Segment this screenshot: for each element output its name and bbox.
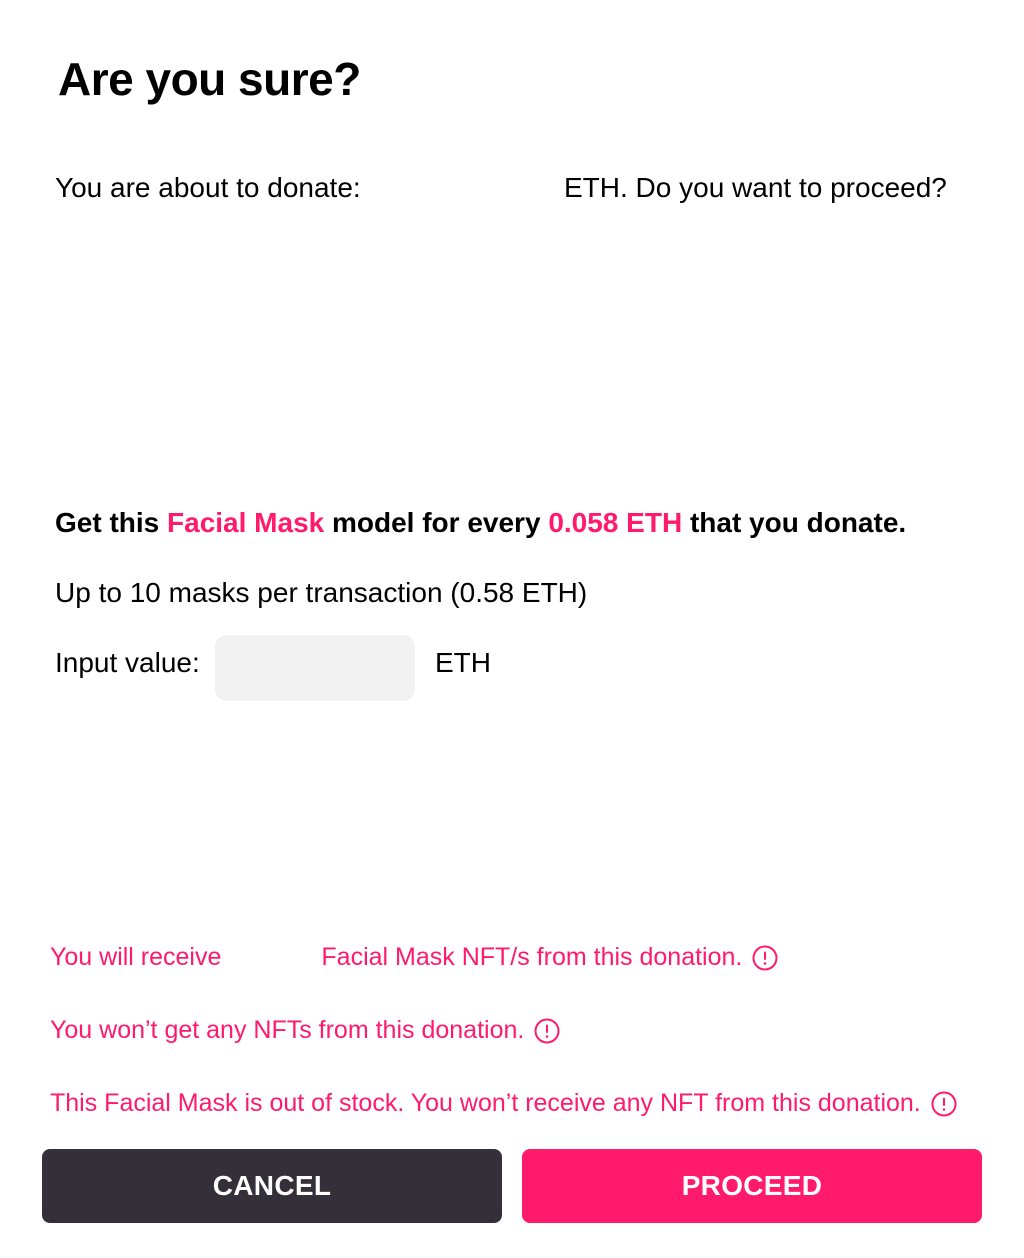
offer-product-name: Facial Mask bbox=[167, 507, 325, 538]
confirm-suffix: ETH. Do you want to proceed? bbox=[564, 172, 947, 203]
exclamation-circle-icon[interactable] bbox=[752, 945, 778, 971]
exclamation-circle-icon[interactable] bbox=[534, 1018, 560, 1044]
out-of-stock-notice: This Facial Mask is out of stock. You wo… bbox=[50, 1089, 957, 1118]
donation-confirm-dialog: Are you sure? You are about to donate: E… bbox=[0, 0, 1024, 1258]
exclamation-circle-icon[interactable] bbox=[931, 1091, 957, 1117]
out-of-stock-text: This Facial Mask is out of stock. You wo… bbox=[50, 1089, 921, 1117]
no-nft-notice: You won’t get any NFTs from this donatio… bbox=[50, 1016, 560, 1045]
cancel-button[interactable]: CANCEL bbox=[42, 1149, 502, 1223]
input-value-label: Input value: bbox=[55, 647, 200, 678]
offer-text: Get this Facial Mask model for every 0.0… bbox=[55, 507, 906, 539]
receive-prefix: You will receive bbox=[50, 943, 222, 971]
offer-part1: Get this bbox=[55, 507, 168, 538]
dialog-title: Are you sure? bbox=[58, 53, 361, 105]
proceed-button[interactable]: PROCEED bbox=[522, 1149, 982, 1223]
input-unit-label: ETH bbox=[435, 647, 491, 678]
offer-part2: model for every bbox=[324, 507, 549, 538]
receive-suffix: Facial Mask NFT/s from this donation. bbox=[321, 943, 743, 971]
limit-text: Up to 10 masks per transaction (0.58 ETH… bbox=[55, 577, 588, 608]
no-nft-text: You won’t get any NFTs from this donatio… bbox=[50, 1016, 525, 1044]
offer-price: 0.058 ETH bbox=[548, 507, 683, 538]
offer-part3: that you donate. bbox=[682, 507, 907, 538]
confirm-prefix: You are about to donate: bbox=[55, 172, 361, 203]
donation-amount-input[interactable] bbox=[215, 635, 415, 701]
receive-nft-notice: You will receive Facial Mask NFT/s from … bbox=[50, 943, 778, 972]
